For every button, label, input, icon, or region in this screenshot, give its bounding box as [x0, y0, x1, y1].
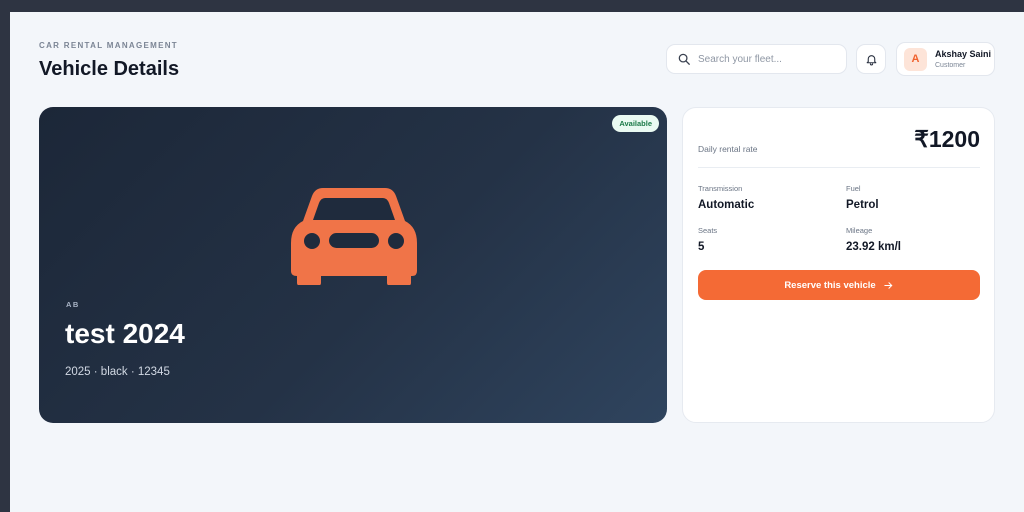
search-box[interactable] [666, 44, 847, 74]
spec-transmission-label: Transmission [698, 184, 743, 193]
arrow-right-icon [884, 281, 892, 289]
spec-transmission-value: Automatic [698, 199, 755, 211]
vehicle-hero-card: Available AB test 2024 2025 · black · 12… [39, 107, 667, 423]
user-name: Akshay Saini [935, 48, 992, 59]
spec-seats-value: 5 [698, 241, 705, 253]
main-content: CAR RENTAL MANAGEMENT Vehicle Details A … [10, 12, 1024, 512]
spec-fuel-label: Fuel [846, 184, 861, 193]
window-top-bar [0, 0, 1024, 12]
rate-label: Daily rental rate [698, 144, 758, 154]
rate-value: ₹1200 [914, 126, 980, 152]
avatar: A [904, 47, 927, 71]
search-icon [678, 53, 690, 65]
vehicle-name: test 2024 [65, 318, 185, 349]
spec-mileage-label: Mileage [846, 226, 873, 235]
left-rail [0, 12, 10, 512]
bell-icon [866, 54, 876, 65]
user-meta: Akshay Saini Customer [935, 48, 992, 69]
page-eyebrow: CAR RENTAL MANAGEMENT [39, 41, 178, 50]
page-title: Vehicle Details [39, 58, 180, 80]
user-role: Customer [935, 61, 966, 69]
vehicle-subtitle: 2025 · black · 12345 [65, 366, 170, 378]
vehicle-brand: AB [66, 300, 80, 309]
search-input[interactable] [698, 53, 838, 65]
reserve-button-label: Reserve this vehicle [784, 279, 876, 291]
status-badge: Available [612, 115, 659, 132]
spec-seats-label: Seats [698, 226, 718, 235]
booking-panel: Daily rental rate ₹1200 Transmission Aut… [682, 107, 995, 423]
reserve-vehicle-button[interactable]: Reserve this vehicle [698, 270, 980, 300]
notifications-button[interactable] [856, 44, 886, 74]
spec-mileage-value: 23.92 km/l [846, 241, 901, 253]
car-icon [291, 188, 417, 285]
spec-fuel-value: Petrol [846, 199, 879, 211]
user-menu[interactable]: A Akshay Saini Customer [896, 42, 995, 76]
divider [698, 167, 980, 168]
